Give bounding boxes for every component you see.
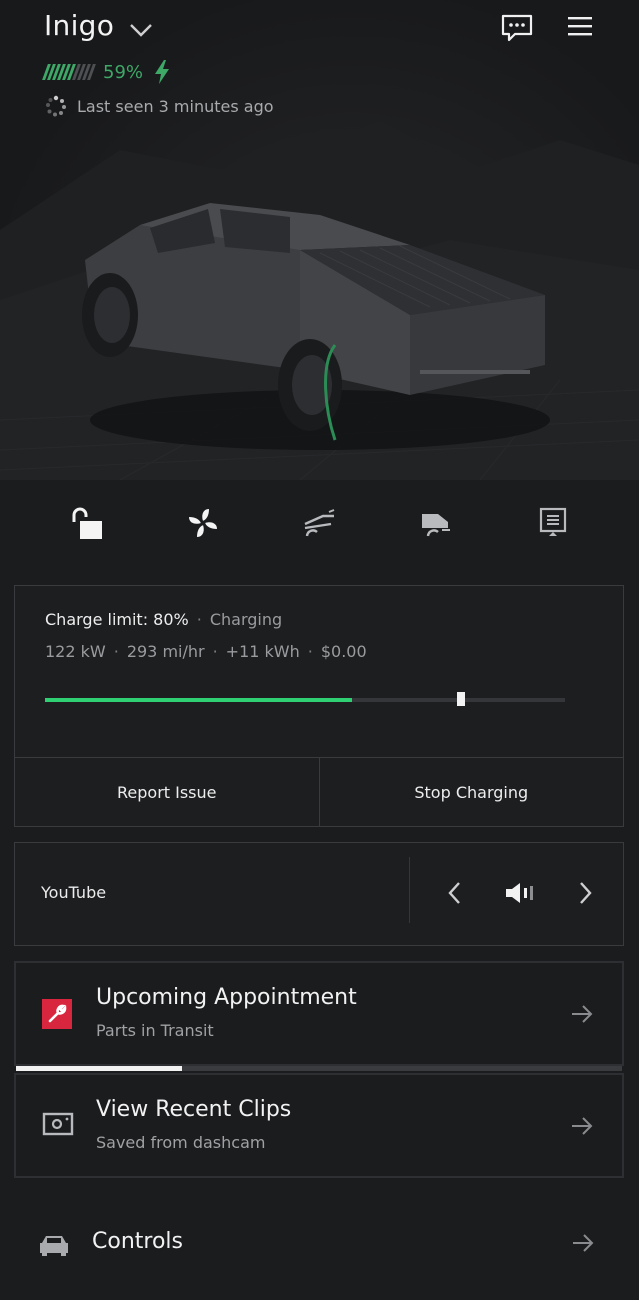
arrow-right-icon [572, 1117, 593, 1135]
frunk-button[interactable] [291, 500, 347, 546]
battery-percent: 59% [103, 61, 144, 83]
upcoming-appointment-card[interactable]: Upcoming Appointment Parts in Transit [14, 961, 624, 1066]
media-source: YouTube [41, 883, 107, 902]
charge-progress-fill [45, 698, 352, 702]
vehicle-name: Inigo [44, 8, 115, 42]
appointment-title: Upcoming Appointment [96, 985, 357, 1010]
vehicle-selector[interactable]: Inigo [44, 8, 154, 42]
last-seen: Last seen 3 minutes ago [45, 95, 274, 117]
chevron-down-icon [130, 24, 153, 37]
arrow-right-icon [573, 1234, 594, 1252]
charging-panel: Charge limit: 80% · Charging 122 kW · 293 mi… [14, 585, 624, 827]
quick-controls [0, 500, 639, 546]
charge-port-button[interactable] [525, 500, 581, 546]
clips-subtitle: Saved from dashcam [96, 1133, 266, 1152]
battery-status: 59% [42, 60, 171, 84]
tonneau-button[interactable] [408, 500, 464, 546]
previous-icon[interactable] [445, 880, 465, 906]
dashcam-icon [42, 1112, 74, 1136]
carousel-indicator [16, 1066, 622, 1071]
carousel-indicator-active [16, 1066, 182, 1071]
appointment-subtitle: Parts in Transit [96, 1021, 214, 1040]
report-issue-button[interactable]: Report Issue [15, 758, 319, 826]
energy-added: +11 kWh [225, 642, 300, 661]
charge-limit-label: Charge limit: 80% [45, 610, 189, 629]
clips-title: View Recent Clips [96, 1097, 292, 1122]
last-seen-text: Last seen 3 minutes ago [77, 96, 274, 116]
spinner-icon [46, 95, 66, 117]
unlock-icon [72, 507, 103, 539]
media-divider [409, 857, 410, 923]
controls-label: Controls [92, 1229, 183, 1254]
charge-rate: 293 mi/hr [126, 642, 205, 661]
media-controls [425, 865, 615, 921]
wrench-icon [42, 999, 72, 1029]
charge-limit-handle[interactable] [457, 692, 465, 706]
volume-icon[interactable] [504, 880, 536, 906]
battery-gauge [42, 64, 96, 80]
fan-icon [188, 509, 217, 537]
unlock-button[interactable] [58, 500, 114, 546]
vehicle-image [82, 203, 550, 450]
charge-header: Charge limit: 80% · Charging [45, 610, 283, 629]
controls-row[interactable]: Controls [0, 1205, 639, 1285]
charge-cost: $0.00 [320, 642, 367, 661]
tonneau-icon [422, 514, 451, 537]
menu-icon[interactable] [567, 14, 593, 38]
vehicle-hero: Inigo 59% Last seen 3 minutes ago [0, 0, 639, 480]
charge-status: Charging [209, 610, 283, 629]
frunk-icon [304, 509, 335, 537]
media-panel: YouTube [14, 842, 624, 946]
arrow-right-icon [572, 1005, 593, 1023]
charge-progress-bar[interactable] [45, 692, 565, 706]
charge-power: 122 kW [45, 642, 106, 661]
bolt-icon [155, 60, 170, 84]
charge-port-icon [539, 507, 566, 536]
climate-button[interactable] [175, 500, 231, 546]
view-recent-clips-card[interactable]: View Recent Clips Saved from dashcam [14, 1073, 624, 1178]
car-icon [40, 1236, 68, 1256]
next-icon[interactable] [575, 880, 595, 906]
stop-charging-button[interactable]: Stop Charging [318, 758, 624, 826]
charge-stats: 122 kW · 293 mi/hr · +11 kWh · $0.00 [45, 642, 367, 661]
message-icon[interactable] [501, 14, 533, 42]
